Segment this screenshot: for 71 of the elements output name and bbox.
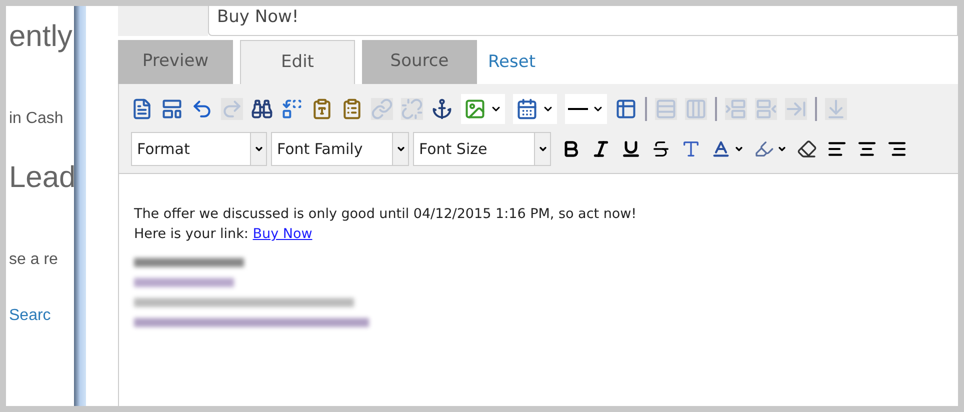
message-text: Here is your link: bbox=[134, 226, 250, 242]
highlighter-button[interactable] bbox=[754, 139, 787, 159]
search-link[interactable]: Searc bbox=[9, 304, 74, 328]
align-center-button[interactable] bbox=[857, 139, 877, 159]
editor-body[interactable]: The offer we discussed is only good until 04/12/2015 1:16 PM, so act now! Here is your link: Buy Now bbox=[118, 173, 958, 406]
horizontal-line-button[interactable] bbox=[565, 94, 607, 124]
anchor-icon bbox=[431, 98, 453, 120]
page-label: se a re bbox=[9, 250, 59, 270]
binoculars-icon bbox=[251, 98, 273, 120]
template-icon bbox=[161, 98, 183, 120]
underline-icon bbox=[621, 139, 641, 159]
table-edit-button[interactable] bbox=[615, 98, 637, 120]
editor-tab[interactable]: Preview bbox=[118, 40, 233, 84]
eraser-button[interactable] bbox=[797, 139, 817, 159]
italic-button[interactable] bbox=[591, 139, 611, 159]
eraser-icon bbox=[797, 139, 817, 159]
underline-button[interactable] bbox=[621, 139, 641, 159]
link-icon bbox=[371, 98, 393, 120]
message-text: The offer we discussed is only good until 04/12/2015 1:16 PM, so act now! bbox=[134, 205, 638, 224]
clipboard-text-button[interactable] bbox=[311, 98, 333, 120]
table-columns-icon bbox=[685, 98, 707, 120]
calendar-button[interactable] bbox=[513, 94, 557, 124]
font-style-icon bbox=[681, 139, 701, 159]
align-right-button[interactable] bbox=[887, 139, 907, 159]
editor-tab[interactable]: Edit bbox=[240, 40, 355, 84]
subject-field[interactable]: Buy Now! bbox=[208, 6, 958, 36]
horizontal-line-icon bbox=[568, 108, 588, 110]
page-heading: Lead bbox=[9, 160, 74, 196]
editor-tab[interactable]: Source bbox=[362, 40, 477, 84]
caret-icon bbox=[254, 144, 264, 154]
clipboard-text-icon bbox=[311, 98, 333, 120]
font-color-button[interactable] bbox=[711, 139, 744, 159]
document-button[interactable] bbox=[131, 98, 153, 120]
align-center-icon bbox=[857, 139, 877, 159]
image-button[interactable] bbox=[461, 94, 505, 124]
insert-row-icon bbox=[725, 98, 747, 120]
strikethrough-button[interactable] bbox=[651, 139, 671, 159]
align-left-button[interactable] bbox=[827, 139, 847, 159]
table-edit-icon bbox=[615, 98, 637, 120]
calendar-icon bbox=[516, 98, 538, 120]
caret-icon bbox=[396, 144, 406, 154]
font-style-button[interactable] bbox=[681, 139, 701, 159]
redo-icon bbox=[221, 98, 243, 120]
template-button[interactable] bbox=[161, 98, 183, 120]
format-select[interactable]: Font Family bbox=[271, 132, 409, 166]
replace-icon bbox=[281, 98, 303, 120]
align-right-icon bbox=[887, 139, 907, 159]
anchor-button[interactable] bbox=[431, 98, 453, 120]
undo-button[interactable] bbox=[191, 98, 213, 120]
highlighter-icon bbox=[754, 139, 774, 159]
italic-icon bbox=[591, 139, 611, 159]
buy-now-link[interactable]: Buy Now bbox=[252, 226, 312, 242]
font-color-icon bbox=[711, 139, 731, 159]
format-select[interactable]: Format bbox=[131, 132, 267, 166]
insert-row-icon bbox=[755, 98, 777, 120]
caret-icon bbox=[734, 144, 744, 154]
caret-icon bbox=[777, 144, 787, 154]
image-icon bbox=[464, 98, 486, 120]
caret-icon bbox=[538, 144, 548, 154]
reset-link[interactable]: Reset bbox=[488, 50, 536, 76]
undo-icon bbox=[191, 98, 213, 120]
strikethrough-icon bbox=[651, 139, 671, 159]
page-heading: ently bbox=[9, 19, 74, 55]
page-label: in Cash bbox=[9, 109, 64, 129]
binoculars-button[interactable] bbox=[251, 98, 273, 120]
align-left-icon bbox=[827, 139, 847, 159]
document-icon bbox=[131, 98, 153, 120]
unlink-icon bbox=[401, 98, 423, 120]
format-select[interactable]: Font Size bbox=[413, 132, 551, 166]
table-rows-icon bbox=[655, 98, 677, 120]
replace-button[interactable] bbox=[281, 98, 303, 120]
